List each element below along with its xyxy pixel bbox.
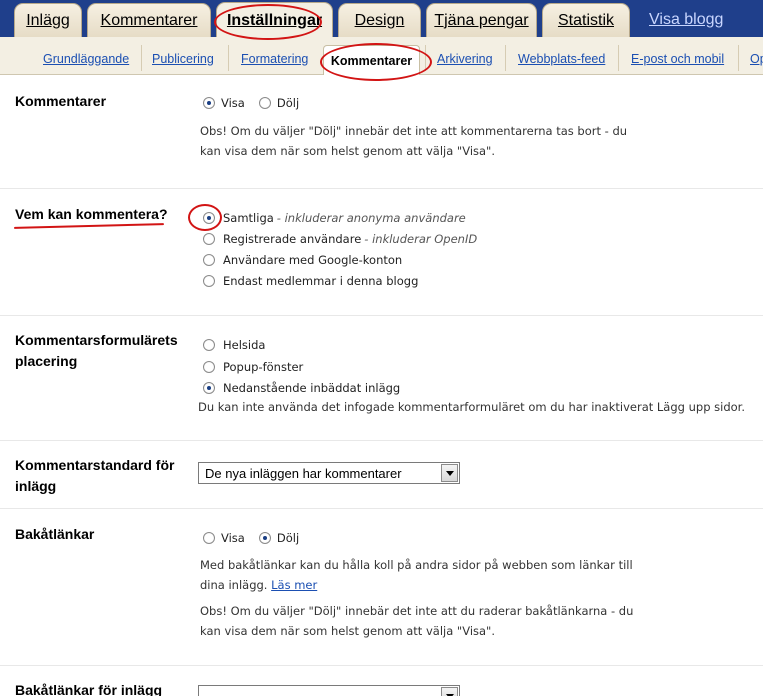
top-tab-bar: Inlägg Kommentarer Inställningar Design … xyxy=(0,0,763,38)
subtab-comments[interactable]: Kommentarer xyxy=(323,45,420,75)
placement-option-embedded: Nedanstående inbäddat inlägg xyxy=(203,379,400,397)
default-for-posts-label: Kommentarstandard för inlägg xyxy=(15,455,174,497)
comments-note: Obs! Om du väljer "Dölj" innebär det int… xyxy=(200,121,627,161)
backlinks-label: Bakåtlänkar xyxy=(15,526,95,542)
section-divider xyxy=(0,315,763,316)
subtab-archiving[interactable]: Arkivering xyxy=(437,47,493,71)
who-everyone-radio[interactable] xyxy=(203,212,215,224)
backlinks-for-posts-select[interactable] xyxy=(198,685,460,696)
comments-label: Kommentarer xyxy=(15,93,107,109)
backlinks-note: Med bakåtlänkar kan du hålla koll på and… xyxy=(200,555,633,641)
comments-show-radio[interactable] xyxy=(203,97,215,109)
subtab-divider xyxy=(228,45,229,71)
backlinks-hide-label: Dölj xyxy=(276,531,300,545)
tab-design-label: Design xyxy=(354,11,405,29)
placement-fullpage-label: Helsida xyxy=(223,338,266,352)
placement-popup-radio[interactable] xyxy=(203,361,215,373)
learn-more-link[interactable]: Läs mer xyxy=(271,578,317,592)
subtab-formatting[interactable]: Formatering xyxy=(241,47,308,71)
subtab-divider xyxy=(505,45,506,71)
default-for-posts-label-line2: inlägg xyxy=(15,478,57,494)
tab-posts[interactable]: Inlägg xyxy=(14,3,82,37)
backlinks-note-line4: kan visa dem när som helst genom att väl… xyxy=(200,624,496,638)
tab-comments[interactable]: Kommentarer xyxy=(87,3,211,37)
placement-option-fullpage: Helsida xyxy=(203,336,265,354)
tab-comments-label: Kommentarer xyxy=(100,11,198,29)
who-option-members: Endast medlemmar i denna blogg xyxy=(203,272,418,290)
backlinks-hide-radio[interactable] xyxy=(258,532,271,544)
who-registered-hint: - inkluderar OpenID xyxy=(364,232,478,246)
form-placement-label: Kommentarsformulärets placering xyxy=(15,330,178,372)
who-option-everyone: Samtliga - inkluderar anonyma användare xyxy=(203,209,466,227)
tab-design[interactable]: Design xyxy=(338,3,421,37)
placement-option-popup: Popup-fönster xyxy=(203,358,303,376)
section-divider xyxy=(0,508,763,509)
section-divider xyxy=(0,188,763,189)
section-divider xyxy=(0,665,763,666)
who-registered-radio[interactable] xyxy=(203,233,215,245)
subtab-divider xyxy=(425,45,426,71)
section-divider xyxy=(0,440,763,441)
comments-hide-radio[interactable] xyxy=(258,97,271,109)
tab-monetize-label: Tjäna pengar xyxy=(434,11,529,29)
placement-popup-label: Popup-fönster xyxy=(223,360,304,374)
who-members-radio[interactable] xyxy=(203,275,215,287)
who-everyone-label: Samtliga xyxy=(223,211,274,225)
subtab-email-mobile[interactable]: E-post och mobil xyxy=(631,47,724,71)
comments-visibility-options: Visa Dölj xyxy=(203,96,299,110)
tab-settings-label: Inställningar xyxy=(226,11,323,29)
who-members-label: Endast medlemmar i denna blogg xyxy=(223,274,419,288)
subtab-basic[interactable]: Grundläggande xyxy=(43,47,129,71)
placement-embedded-radio[interactable] xyxy=(203,382,215,394)
tab-posts-label: Inlägg xyxy=(26,11,70,29)
subtab-divider xyxy=(618,45,619,71)
placement-embedded-label: Nedanstående inbäddat inlägg xyxy=(223,381,401,395)
comments-hide-label: Dölj xyxy=(276,96,300,110)
who-option-google: Användare med Google-konton xyxy=(203,251,402,269)
default-for-posts-label-line1: Kommentarstandard för xyxy=(15,457,175,473)
who-can-comment-label: Vem kan kommentera? xyxy=(15,206,168,222)
tab-monetize[interactable]: Tjäna pengar xyxy=(426,3,537,37)
comments-note-line1: Obs! Om du väljer "Dölj" innebär det int… xyxy=(200,124,628,138)
chevron-down-icon[interactable] xyxy=(441,687,458,696)
tab-settings[interactable]: Inställningar xyxy=(216,2,333,38)
form-placement-label-line2: placering xyxy=(15,353,78,369)
comments-note-line2: kan visa dem när som helst genom att väl… xyxy=(200,144,496,158)
placement-fullpage-radio[interactable] xyxy=(203,339,215,351)
who-everyone-hint: - inkluderar anonyma användare xyxy=(276,211,466,225)
backlinks-show-label: Visa xyxy=(221,531,245,545)
backlinks-note-line3: Obs! Om du väljer "Dölj" innebär det int… xyxy=(200,604,634,618)
who-option-registered: Registrerade användare - inkluderar Open… xyxy=(203,230,477,248)
tab-stats-label: Statistik xyxy=(557,11,614,29)
backlinks-for-posts-label: Bakåtlänkar för inlägg xyxy=(15,682,163,696)
subtab-more[interactable]: Op xyxy=(750,47,763,71)
sub-tab-bar: Grundläggande Publicering Formatering Ko… xyxy=(0,37,763,75)
subtab-divider xyxy=(738,45,739,71)
form-placement-label-line1: Kommentarsformulärets xyxy=(15,332,178,348)
subtab-divider xyxy=(141,45,142,71)
comments-show-label: Visa xyxy=(221,96,245,110)
backlinks-note-line1: Med bakåtlänkar kan du hålla koll på and… xyxy=(200,558,633,572)
default-for-posts-value: De nya inläggen har kommentarer xyxy=(205,465,402,481)
placement-note: Du kan inte använda det infogade komment… xyxy=(198,400,746,414)
subtab-publishing[interactable]: Publicering xyxy=(152,47,214,71)
chevron-down-icon[interactable] xyxy=(441,464,458,482)
backlinks-note-line2: dina inlägg. xyxy=(200,578,268,592)
subtab-site-feed[interactable]: Webbplats-feed xyxy=(518,47,605,71)
default-for-posts-select[interactable]: De nya inläggen har kommentarer xyxy=(198,462,460,484)
who-google-radio[interactable] xyxy=(203,254,215,266)
backlinks-note-line2-wrap: dina inlägg. Läs mer xyxy=(200,575,633,595)
backlinks-show-radio[interactable] xyxy=(203,532,215,544)
who-google-label: Användare med Google-konton xyxy=(223,253,403,267)
view-blog-link[interactable]: Visa blogg xyxy=(649,11,723,29)
who-registered-label: Registrerade användare xyxy=(223,232,362,246)
backlinks-visibility-options: Visa Dölj xyxy=(203,531,299,545)
tab-stats[interactable]: Statistik xyxy=(542,3,630,37)
